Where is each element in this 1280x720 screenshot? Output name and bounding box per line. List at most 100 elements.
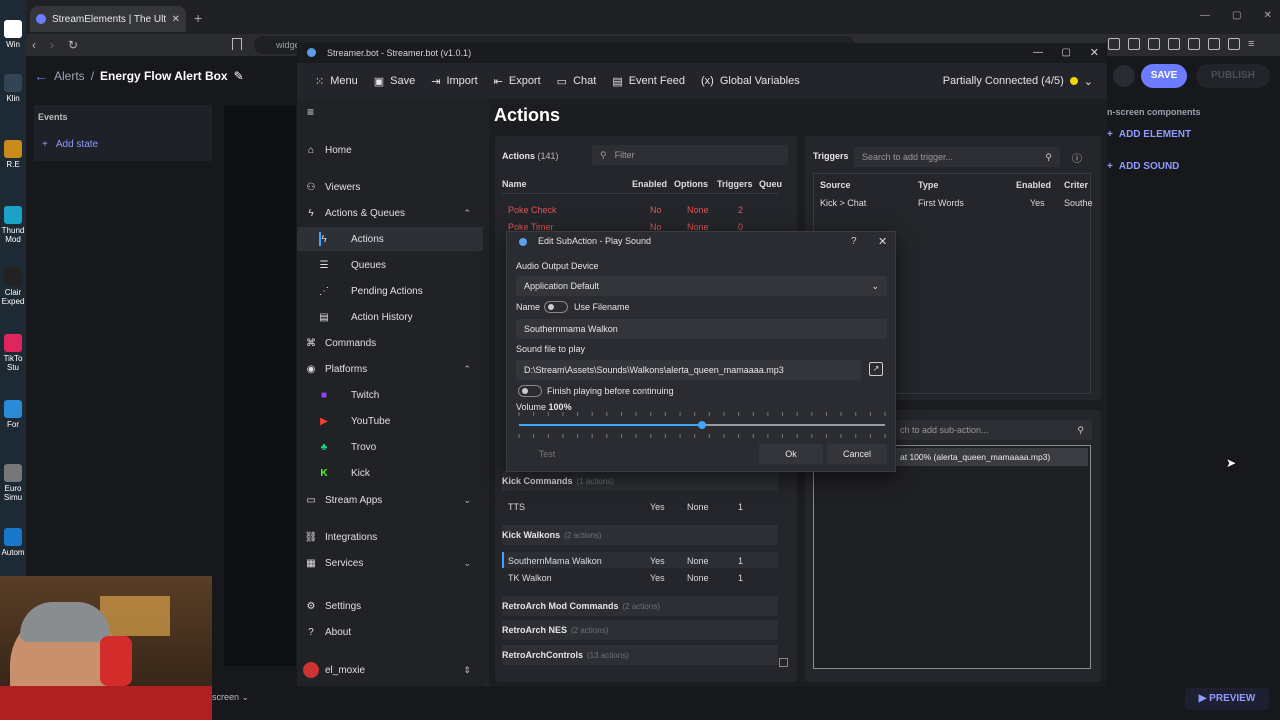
- global-variables-button[interactable]: (x) Global Variables: [693, 63, 808, 99]
- extension-icon[interactable]: [1168, 38, 1180, 50]
- desktop-icon[interactable]: TikTo Stu: [0, 334, 26, 372]
- name-field[interactable]: Southernmama Walkon: [516, 319, 887, 339]
- add-state-button[interactable]: + Add state: [42, 139, 98, 150]
- add-sound-button[interactable]: + ADD SOUND: [1107, 161, 1179, 172]
- maximize-icon[interactable]: ▢: [1232, 10, 1241, 21]
- profile-icon[interactable]: [1208, 38, 1220, 50]
- menu-icon[interactable]: ≡: [1248, 38, 1254, 50]
- close-icon[interactable]: ✕: [878, 235, 887, 248]
- row-options: None: [687, 205, 709, 215]
- test-button[interactable]: Test: [516, 444, 578, 464]
- info-icon[interactable]: ⓘ: [1072, 150, 1082, 165]
- group-retroarch-mod[interactable]: RetroArch Mod Commands (2 actions): [502, 596, 778, 616]
- ok-button[interactable]: Ok: [759, 444, 823, 464]
- extension-icon[interactable]: [1148, 38, 1160, 50]
- subaction-search-input[interactable]: ch to add sub-action... ⚲: [896, 420, 1092, 440]
- help-icon[interactable]: ?: [851, 236, 857, 247]
- connection-status[interactable]: Partially Connected (4/5) ⌄: [935, 63, 1107, 99]
- edit-pencil-icon[interactable]: ✎: [234, 69, 244, 83]
- resize-grip-icon[interactable]: [779, 658, 788, 667]
- nav-home[interactable]: ⌂ Home: [297, 138, 483, 162]
- nav-youtube[interactable]: ▶ YouTube: [297, 409, 483, 433]
- chat-icon: ▭: [556, 75, 568, 88]
- volume-slider[interactable]: [517, 412, 887, 438]
- nav-twitch[interactable]: ■ Twitch: [297, 383, 483, 407]
- use-filename-toggle[interactable]: [544, 301, 568, 313]
- desktop-icon[interactable]: R.E: [0, 140, 26, 169]
- extension-icon[interactable]: [1108, 38, 1120, 50]
- menu-button[interactable]: ⁙ Menu: [307, 63, 366, 99]
- desktop-icon[interactable]: Klin: [0, 74, 26, 103]
- sound-file-field[interactable]: D:\Stream\Assets\Sounds\Walkons\alerta_q…: [516, 360, 861, 380]
- back-icon[interactable]: ‹: [32, 38, 36, 52]
- event-feed-button[interactable]: ▤ Event Feed: [604, 63, 693, 99]
- forward-icon[interactable]: ›: [50, 38, 54, 52]
- filter-input[interactable]: ⚲ Filter: [592, 145, 788, 165]
- nav-platforms[interactable]: ◉ Platforms ⌃: [297, 357, 483, 381]
- extension-icon[interactable]: [1128, 38, 1140, 50]
- table-row[interactable]: Poke Check: [508, 205, 557, 215]
- preview-button[interactable]: ▶ PREVIEW: [1185, 688, 1269, 710]
- nav-actions-queues[interactable]: ϟ Actions & Queues ⌃: [297, 201, 483, 225]
- desktop-icon[interactable]: Thund Mod: [0, 206, 26, 244]
- nav-about[interactable]: ? About: [297, 620, 483, 644]
- nav-pending-actions[interactable]: ⋰ Pending Actions: [297, 279, 483, 303]
- table-row[interactable]: Kick > Chat First Words Yes Southe: [814, 196, 1093, 212]
- desktop-icon[interactable]: Win: [0, 20, 26, 49]
- nav-trovo[interactable]: ♣ Trovo: [297, 435, 483, 459]
- desktop-icon[interactable]: Euro Simu: [0, 464, 26, 502]
- nav-commands[interactable]: ⌘ Commands: [297, 331, 483, 355]
- open-file-icon[interactable]: ↗: [869, 362, 883, 376]
- nav-settings[interactable]: ⚙ Settings: [297, 594, 483, 618]
- group-kick-commands[interactable]: Kick Commands (1 actions): [502, 471, 778, 491]
- add-element-button[interactable]: + ADD ELEMENT: [1107, 129, 1191, 140]
- nav-queues[interactable]: ☰ Queues: [297, 253, 483, 277]
- chat-button[interactable]: ▭ Chat: [549, 63, 605, 99]
- save-button[interactable]: SAVE: [1141, 64, 1187, 88]
- maximize-icon[interactable]: ▢: [1062, 43, 1071, 63]
- nav-action-history[interactable]: ▤ Action History: [297, 305, 483, 329]
- close-icon[interactable]: ✕: [1090, 43, 1099, 63]
- trigger-search-input[interactable]: Search to add trigger... ⚲: [854, 147, 1060, 167]
- cancel-button[interactable]: Cancel: [827, 444, 887, 464]
- group-retroarch-controls[interactable]: RetroArchControls (13 actions): [502, 645, 778, 665]
- group-retroarch-nes[interactable]: RetroArch NES (2 actions): [502, 620, 778, 640]
- audio-device-select[interactable]: Application Default ⌄: [516, 276, 887, 296]
- save-button[interactable]: ▣ Save: [366, 63, 423, 99]
- publish-button[interactable]: PUBLISH: [1196, 64, 1270, 88]
- table-row[interactable]: TK Walkon: [508, 573, 552, 583]
- history-icon: ▤: [319, 311, 329, 323]
- new-tab-button[interactable]: +: [194, 10, 202, 26]
- nav-actions[interactable]: ϟ Actions: [297, 227, 483, 251]
- finish-playing-toggle[interactable]: [518, 385, 542, 397]
- breadcrumb-parent[interactable]: Alerts: [54, 69, 85, 83]
- nav-services[interactable]: ▦ Services ⌄: [297, 551, 483, 575]
- nav-kick[interactable]: K Kick: [297, 461, 483, 485]
- back-arrow-icon[interactable]: ←: [34, 68, 48, 84]
- export-button[interactable]: ⇤ Export: [486, 63, 549, 99]
- desktop-icon[interactable]: Autom: [0, 528, 26, 557]
- extensions-puzzle-icon[interactable]: [1228, 38, 1240, 50]
- nav-integrations[interactable]: ⛓ Integrations: [297, 525, 483, 549]
- screen-label[interactable]: screen ⌄: [212, 692, 249, 703]
- slider-thumb[interactable]: [698, 421, 706, 429]
- table-row[interactable]: SouthernMama Walkon: [508, 556, 602, 566]
- hamburger-icon[interactable]: ≡: [307, 105, 314, 119]
- browser-tab[interactable]: StreamElements | The Ultimate S ✕: [30, 6, 186, 32]
- minimize-icon[interactable]: —: [1033, 43, 1043, 63]
- user-profile[interactable]: el_moxie ⇕: [297, 658, 483, 682]
- nav-viewers[interactable]: ⚇ Viewers: [297, 175, 483, 199]
- minimize-icon[interactable]: —: [1200, 10, 1210, 21]
- close-tab-icon[interactable]: ✕: [172, 14, 180, 25]
- desktop-icon[interactable]: For: [0, 400, 26, 429]
- table-row[interactable]: TTS: [508, 502, 525, 512]
- download-icon[interactable]: [1188, 38, 1200, 50]
- close-icon[interactable]: ✕: [1263, 10, 1271, 21]
- nav-stream-apps[interactable]: ▭ Stream Apps ⌄: [297, 488, 483, 512]
- bookmark-icon[interactable]: [232, 38, 242, 50]
- import-button[interactable]: ⇥ Import: [423, 63, 485, 99]
- desktop-icon[interactable]: Clair Exped: [0, 268, 26, 306]
- group-kick-walkons[interactable]: Kick Walkons (2 actions): [502, 525, 778, 545]
- reload-icon[interactable]: ↻: [68, 38, 78, 52]
- hidden-icon-button[interactable]: [1113, 65, 1135, 87]
